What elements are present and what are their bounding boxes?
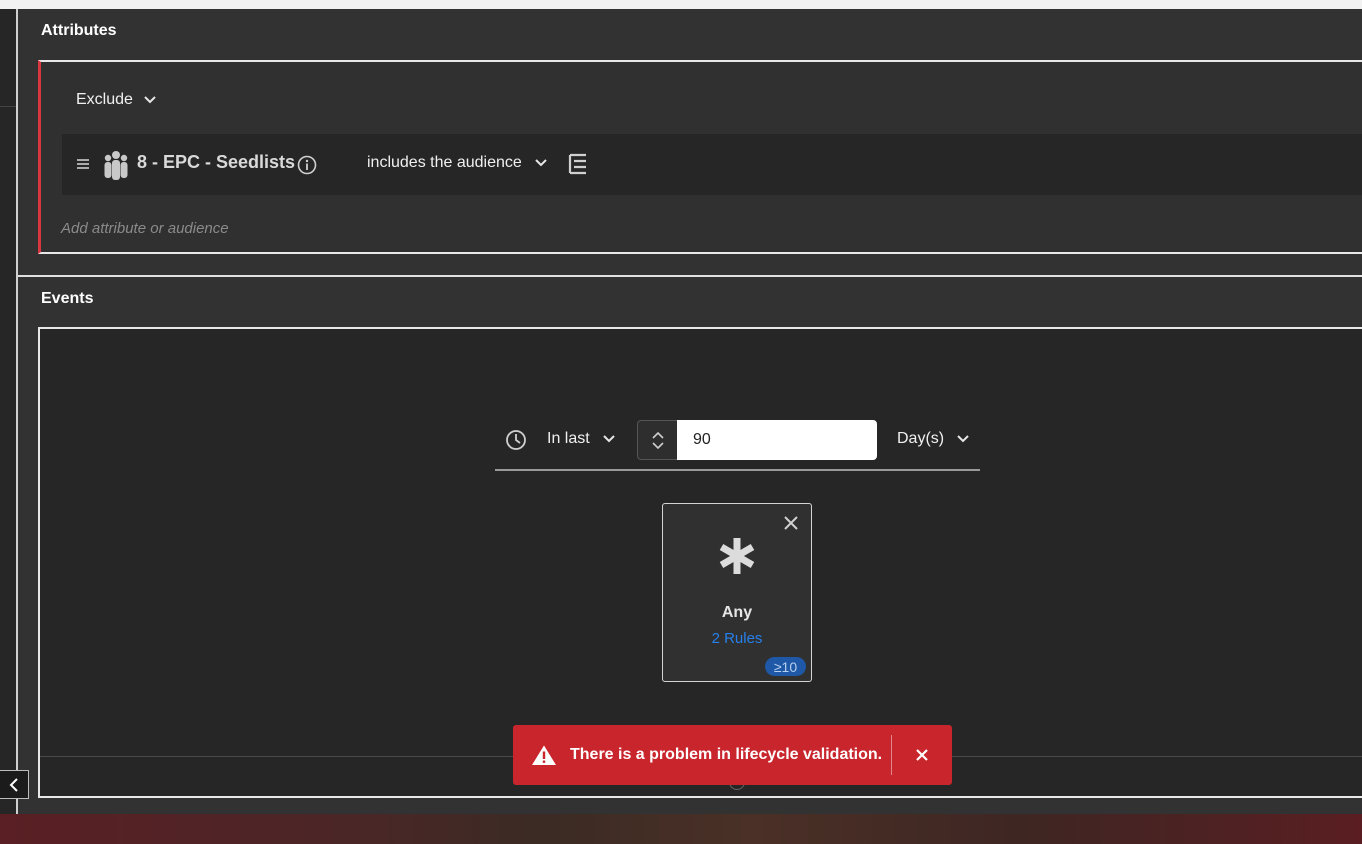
condition-dropdown[interactable]: includes the audience — [367, 154, 548, 172]
events-title: Events — [41, 290, 94, 307]
chevron-down-icon — [602, 435, 615, 443]
toast-close-icon[interactable] — [913, 746, 931, 764]
condition-label: includes the audience — [367, 154, 522, 171]
info-icon[interactable] — [297, 155, 317, 175]
time-operator-label: In last — [547, 430, 590, 447]
clock-icon — [506, 430, 526, 450]
count-badge: ≥10 — [765, 657, 806, 676]
chevron-down-icon[interactable] — [651, 441, 664, 450]
time-value-input[interactable] — [677, 420, 877, 460]
number-stepper — [637, 420, 677, 460]
audience-icon — [104, 151, 128, 180]
browser-top-strip — [0, 0, 1362, 9]
time-unit-dropdown[interactable]: Day(s) — [897, 430, 970, 448]
exclude-dropdown[interactable]: Exclude — [76, 91, 157, 109]
toast-message: There is a problem in lifecycle validati… — [570, 746, 883, 763]
close-icon[interactable] — [782, 514, 800, 532]
chevron-down-icon — [957, 435, 969, 443]
add-attribute-input[interactable]: Add attribute or audience — [61, 220, 229, 237]
exclude-label: Exclude — [76, 91, 133, 108]
attributes-title: Attributes — [41, 22, 117, 39]
event-card-label: Any — [721, 604, 753, 621]
rules-link[interactable]: 2 Rules — [662, 630, 812, 647]
audience-name: 8 - EPC - Seedlists — [137, 152, 296, 172]
toast-separator — [891, 735, 892, 775]
collapse-panel-button[interactable] — [0, 770, 29, 799]
hierarchy-tree-icon[interactable] — [568, 153, 588, 175]
chevron-down-icon — [144, 96, 156, 104]
left-rail-divider — [0, 106, 16, 107]
section-divider — [18, 275, 1362, 277]
chevron-left-icon — [9, 777, 18, 792]
chevron-up-icon[interactable] — [651, 431, 664, 439]
chevron-down-icon — [535, 159, 547, 167]
asterisk-icon — [719, 538, 755, 574]
alert-triangle-icon — [532, 745, 556, 765]
time-operator-dropdown[interactable]: In last — [547, 430, 616, 448]
time-unit-label: Day(s) — [897, 430, 945, 447]
left-rail — [0, 9, 18, 814]
drag-handle-icon[interactable] — [76, 155, 90, 173]
desktop-background-strip — [0, 814, 1362, 844]
